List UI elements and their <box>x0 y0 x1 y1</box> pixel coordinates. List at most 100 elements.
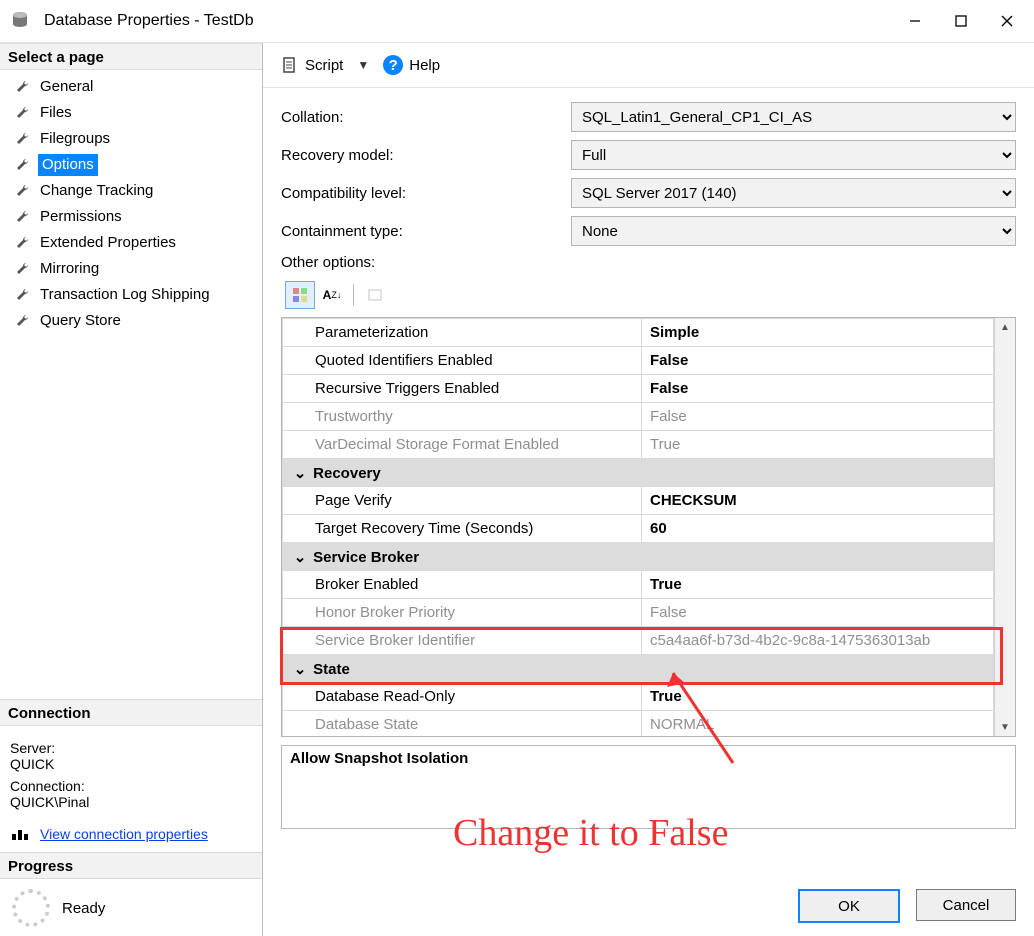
option-key: Database State <box>283 711 642 738</box>
option-key: Honor Broker Priority <box>283 599 642 627</box>
group-service-broker[interactable]: ⌄ Service Broker <box>283 543 994 571</box>
minimize-button[interactable] <box>892 6 938 36</box>
option-value[interactable]: True <box>642 683 994 711</box>
sidebar-item-options[interactable]: Options <box>0 152 262 178</box>
scroll-down-icon[interactable]: ▼ <box>995 718 1015 736</box>
view-connection-properties-link[interactable]: View connection properties <box>10 826 252 842</box>
option-row[interactable]: TrustworthyFalse <box>283 403 994 431</box>
option-value[interactable]: c5a4aa6f-b73d-4b2c-9c8a-1475363013ab <box>642 627 994 655</box>
categorized-button[interactable] <box>285 281 315 309</box>
wrench-icon <box>14 209 30 225</box>
option-row[interactable]: Quoted Identifiers EnabledFalse <box>283 347 994 375</box>
option-row[interactable]: Page VerifyCHECKSUM <box>283 487 994 515</box>
containment-select[interactable]: None <box>571 216 1016 246</box>
collation-label: Collation: <box>281 109 571 126</box>
sidebar-item-files[interactable]: Files <box>0 100 262 126</box>
group-recovery[interactable]: ⌄ Recovery <box>283 459 994 487</box>
sidebar-item-query-store[interactable]: Query Store <box>0 308 262 334</box>
ok-button[interactable]: OK <box>798 889 900 923</box>
dialog-buttons: OK Cancel <box>798 889 1016 923</box>
option-row[interactable]: Honor Broker PriorityFalse <box>283 599 994 627</box>
options-toolbar: AZ↓ <box>281 279 1016 313</box>
recovery-select[interactable]: Full <box>571 140 1016 170</box>
sidebar-item-change-tracking[interactable]: Change Tracking <box>0 178 262 204</box>
chevron-down-icon: ⌄ <box>291 548 309 566</box>
cancel-button[interactable]: Cancel <box>916 889 1016 921</box>
window-title: Database Properties - TestDb <box>44 12 892 30</box>
content: Script ▼ ? Help Collation: SQL_Latin1_Ge… <box>263 43 1034 936</box>
help-button[interactable]: ? Help <box>379 53 444 77</box>
connection-panel: Server: QUICK Connection: QUICK\Pinal Vi… <box>0 726 262 852</box>
sidebar-item-label: Filegroups <box>38 128 112 150</box>
close-button[interactable] <box>984 6 1030 36</box>
option-row[interactable]: Service Broker Identifierc5a4aa6f-b73d-4… <box>283 627 994 655</box>
scroll-up-icon[interactable]: ▲ <box>995 318 1015 336</box>
scrollbar[interactable]: ▲ ▼ <box>994 318 1015 736</box>
sidebar-item-general[interactable]: General <box>0 74 262 100</box>
sidebar-item-label: Extended Properties <box>38 232 178 254</box>
description-panel: Allow Snapshot Isolation <box>281 745 1016 829</box>
progress-panel: Ready <box>0 879 262 936</box>
wrench-icon <box>14 261 30 277</box>
option-value[interactable]: NORMAL <box>642 711 994 738</box>
chevron-down-icon: ⌄ <box>291 660 309 678</box>
option-key: Database Read-Only <box>283 683 642 711</box>
connection-value: QUICK\Pinal <box>10 794 252 810</box>
option-value[interactable]: CHECKSUM <box>642 487 994 515</box>
option-row[interactable]: VarDecimal Storage Format EnabledTrue <box>283 431 994 459</box>
sidebar: Select a page General Files Filegroups Opti… <box>0 43 263 936</box>
sidebar-item-label: Files <box>38 102 74 124</box>
option-row[interactable]: Recursive Triggers EnabledFalse <box>283 375 994 403</box>
server-label: Server: <box>10 740 252 756</box>
option-value[interactable]: True <box>642 431 994 459</box>
script-button[interactable]: Script <box>277 54 347 76</box>
compat-select[interactable]: SQL Server 2017 (140) <box>571 178 1016 208</box>
option-value[interactable]: 60 <box>642 515 994 543</box>
property-pages-button[interactable] <box>360 281 390 309</box>
wrench-icon <box>14 105 30 121</box>
recovery-label: Recovery model: <box>281 147 571 164</box>
option-value[interactable]: False <box>642 599 994 627</box>
option-row[interactable]: Database Read-OnlyTrue <box>283 683 994 711</box>
titlebar: Database Properties - TestDb <box>0 0 1034 43</box>
help-icon: ? <box>383 55 403 75</box>
toolbar: Script ▼ ? Help <box>263 43 1034 88</box>
sidebar-item-transaction-log-shipping[interactable]: Transaction Log Shipping <box>0 282 262 308</box>
option-row[interactable]: Broker EnabledTrue <box>283 571 994 599</box>
wrench-icon <box>14 79 30 95</box>
sidebar-item-label: Options <box>38 154 98 176</box>
alphabetical-button[interactable]: AZ↓ <box>317 281 347 309</box>
option-row[interactable]: ParameterizationSimple <box>283 319 994 347</box>
option-value[interactable]: False <box>642 375 994 403</box>
chevron-down-icon: ⌄ <box>291 464 309 482</box>
form-area: Collation: SQL_Latin1_General_CP1_CI_AS … <box>263 88 1034 317</box>
option-key: Broker Enabled <box>283 571 642 599</box>
sidebar-item-label: Transaction Log Shipping <box>38 284 212 306</box>
sidebar-item-label: General <box>38 76 95 98</box>
sidebar-item-extended-properties[interactable]: Extended Properties <box>0 230 262 256</box>
maximize-button[interactable] <box>938 6 984 36</box>
option-row[interactable]: Target Recovery Time (Seconds)60 <box>283 515 994 543</box>
option-key: VarDecimal Storage Format Enabled <box>283 431 642 459</box>
progress-status: Ready <box>62 900 105 917</box>
script-dropdown-icon[interactable]: ▼ <box>357 58 369 72</box>
option-key: Quoted Identifiers Enabled <box>283 347 642 375</box>
option-key: Trustworthy <box>283 403 642 431</box>
option-row[interactable]: Database StateNORMAL <box>283 711 994 738</box>
wrench-icon <box>14 157 30 173</box>
collation-select[interactable]: SQL_Latin1_General_CP1_CI_AS <box>571 102 1016 132</box>
wrench-icon <box>14 235 30 251</box>
sidebar-item-permissions[interactable]: Permissions <box>0 204 262 230</box>
compat-label: Compatibility level: <box>281 185 571 202</box>
option-key: Service Broker Identifier <box>283 627 642 655</box>
option-value[interactable]: Simple <box>642 319 994 347</box>
group-state[interactable]: ⌄ State <box>283 655 994 683</box>
sidebar-item-mirroring[interactable]: Mirroring <box>0 256 262 282</box>
sidebar-item-filegroups[interactable]: Filegroups <box>0 126 262 152</box>
option-value[interactable]: False <box>642 403 994 431</box>
sidebar-header: Select a page <box>0 43 262 70</box>
separator <box>353 284 354 306</box>
app-icon <box>8 9 32 33</box>
option-value[interactable]: False <box>642 347 994 375</box>
option-value[interactable]: True <box>642 571 994 599</box>
